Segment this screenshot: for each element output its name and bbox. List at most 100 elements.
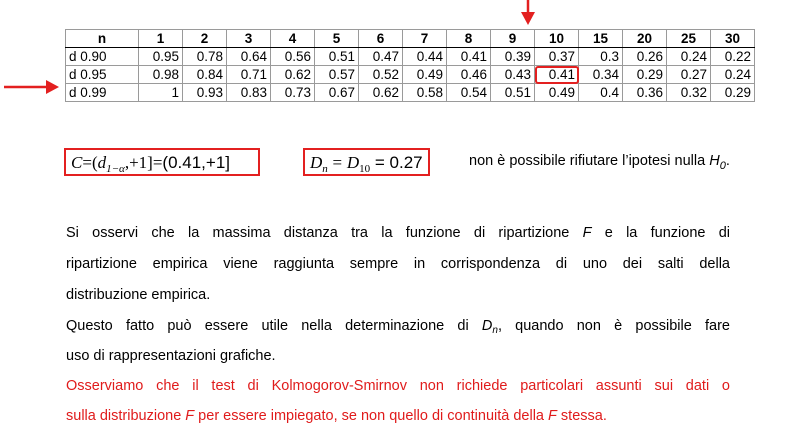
conclusion-h: H (709, 153, 720, 169)
table-cell: 0.71 (226, 65, 271, 84)
table-cell: 0.57 (314, 65, 359, 84)
table-cell: 0.41 (446, 47, 491, 66)
table-cell: 0.37 (534, 47, 579, 66)
table-cell: 0.27 (666, 65, 711, 84)
table-cell: 0.64 (226, 47, 271, 66)
table-cell: 0.43 (490, 65, 535, 84)
row-label: d 0.95 (65, 65, 139, 84)
table-cell: 0.78 (182, 47, 227, 66)
table-cell: 0.24 (710, 65, 755, 84)
formula-eq2: = (152, 153, 163, 172)
table-cell: 0.84 (182, 65, 227, 84)
formula-d: d (97, 153, 107, 172)
kolmogorov-smirnov-table: n 1 2 3 4 5 6 7 8 9 10 15 20 25 30 d 0.90 0.95 0.78 0.64 0… (65, 29, 755, 102)
table-cell: 0.56 (270, 47, 315, 66)
table-header-n: n (65, 29, 139, 48)
paragraph-red-2-f1: F (185, 408, 195, 424)
formula-c: C (71, 153, 83, 172)
table-cell: 0.93 (182, 83, 227, 102)
formula-comma: ,+1 (124, 153, 148, 172)
paragraph-red-2b: per essere impiegato, se non quello di c… (194, 408, 549, 424)
table-cell: 0.29 (710, 83, 755, 102)
table-cell: 0.39 (490, 47, 535, 66)
table-cell: 0.95 (138, 47, 183, 66)
arrow-down-icon (521, 0, 535, 25)
table-cell: 0.44 (402, 47, 447, 66)
table-cell: 0.49 (402, 65, 447, 84)
paragraph-line-1: Si osservi che la massima distanza tra l… (66, 225, 730, 241)
table-cell: 0.46 (446, 65, 491, 84)
table-row: d 0.90 0.95 0.78 0.64 0.56 0.51 0.47 0.44 0.41 0.… (65, 47, 755, 66)
table-cell: 0.22 (710, 47, 755, 66)
table-header-cell: 2 (182, 29, 227, 48)
table-cell: 0.47 (358, 47, 403, 66)
table-header-cell: 3 (226, 29, 271, 48)
table-header-cell: 7 (402, 29, 447, 48)
formula-dn-value: = 0.27 (374, 153, 423, 172)
paragraph-red-2-f2: F (548, 408, 557, 424)
paragraph-line-5: uso di rappresentazioni grafiche. (66, 348, 276, 364)
table-header-cell: 30 (710, 29, 755, 48)
highlighted-critical-value: 0.41 (534, 65, 579, 84)
row-label: d 0.90 (65, 47, 139, 66)
table-cell: 0.36 (622, 83, 667, 102)
formula-d10-d: D (346, 153, 360, 172)
conclusion-text: non è possibile rifiutare l’ipotesi null… (469, 153, 730, 172)
formula-confidence-interval: C=(d1−α,+1]=(0.41,+1] (64, 148, 260, 176)
table-cell: 0.32 (666, 83, 711, 102)
paragraph-red-2a: sulla distribuzione (66, 408, 186, 424)
table-header-cell: 4 (270, 29, 315, 48)
paragraph-line-1a: Si osservi che la massima distanza tra l… (66, 225, 583, 241)
table-cell: 0.83 (226, 83, 271, 102)
table-cell: 0.54 (446, 83, 491, 102)
paragraph-line-4a: Questo fatto può essere utile nella dete… (66, 318, 482, 334)
table-cell: 0.52 (358, 65, 403, 84)
paragraph-line-1b: e la funzione di (591, 225, 730, 241)
table-cell: 0.62 (270, 65, 315, 84)
formula-dn-eq: = (332, 153, 343, 172)
table-header-cell: 10 (534, 29, 579, 48)
paragraph-red-line-1: Osserviamo che il test di Kolmogorov-Smi… (66, 378, 730, 394)
table-header-cell: 6 (358, 29, 403, 48)
formula-d-sub: 1−α (106, 163, 125, 175)
table-header-cell: 15 (578, 29, 623, 48)
table-cell: 0.34 (578, 65, 623, 84)
table-header-cell: 1 (138, 29, 183, 48)
formula-eq: = (82, 153, 92, 172)
table-cell: 0.49 (534, 83, 579, 102)
table-cell: 0.51 (314, 47, 359, 66)
paragraph-red-2c: stessa. (556, 408, 607, 424)
table-header-row: n 1 2 3 4 5 6 7 8 9 10 15 20 25 30 (65, 29, 755, 48)
formula-dn-sub: n (322, 163, 328, 175)
formula-dn-d: D (310, 153, 323, 172)
paragraph-line-4-d: D (481, 318, 493, 334)
table-header-cell: 9 (490, 29, 535, 48)
table-cell: 0.98 (138, 65, 183, 84)
table-cell: 0.67 (314, 83, 359, 102)
table-header-cell: 8 (446, 29, 491, 48)
paragraph-line-4: Questo fatto può essere utile nella dete… (66, 318, 730, 336)
table-cell: 0.24 (666, 47, 711, 66)
table-row: d 0.99 1 0.93 0.83 0.73 0.67 0.62 0.58 0.54 0.51 0… (65, 83, 755, 102)
table-header-cell: 5 (314, 29, 359, 48)
table-header-cell: 25 (666, 29, 711, 48)
table-cell: 0.29 (622, 65, 667, 84)
conclusion-end: . (725, 153, 730, 169)
paragraph-red-line-2: sulla distribuzione F per essere impiega… (66, 408, 607, 424)
paragraph-line-2: ripartizione empirica viene raggiunta se… (66, 256, 730, 272)
table-cell: 0.62 (358, 83, 403, 102)
paragraph-line-3: distribuzione empirica. (66, 287, 211, 303)
paragraph-line-4b: , quando non è possibile fare (497, 318, 730, 334)
table-cell: 1 (138, 83, 183, 102)
table-cell: 0.58 (402, 83, 447, 102)
table-row: d 0.95 0.98 0.84 0.71 0.62 0.57 0.52 0.49 0.46 0.… (65, 65, 755, 84)
formula-d10-sub: 10 (359, 163, 371, 175)
row-label: d 0.99 (65, 83, 139, 102)
table-cell: 0.3 (578, 47, 623, 66)
table-header-cell: 20 (622, 29, 667, 48)
table-cell: 0.51 (490, 83, 535, 102)
formula-interval: (0.41,+1] (162, 153, 230, 172)
table-cell: 0.73 (270, 83, 315, 102)
arrow-right-icon (4, 80, 59, 94)
conclusion-body: non è possibile rifiutare l’ipotesi null… (469, 153, 710, 169)
